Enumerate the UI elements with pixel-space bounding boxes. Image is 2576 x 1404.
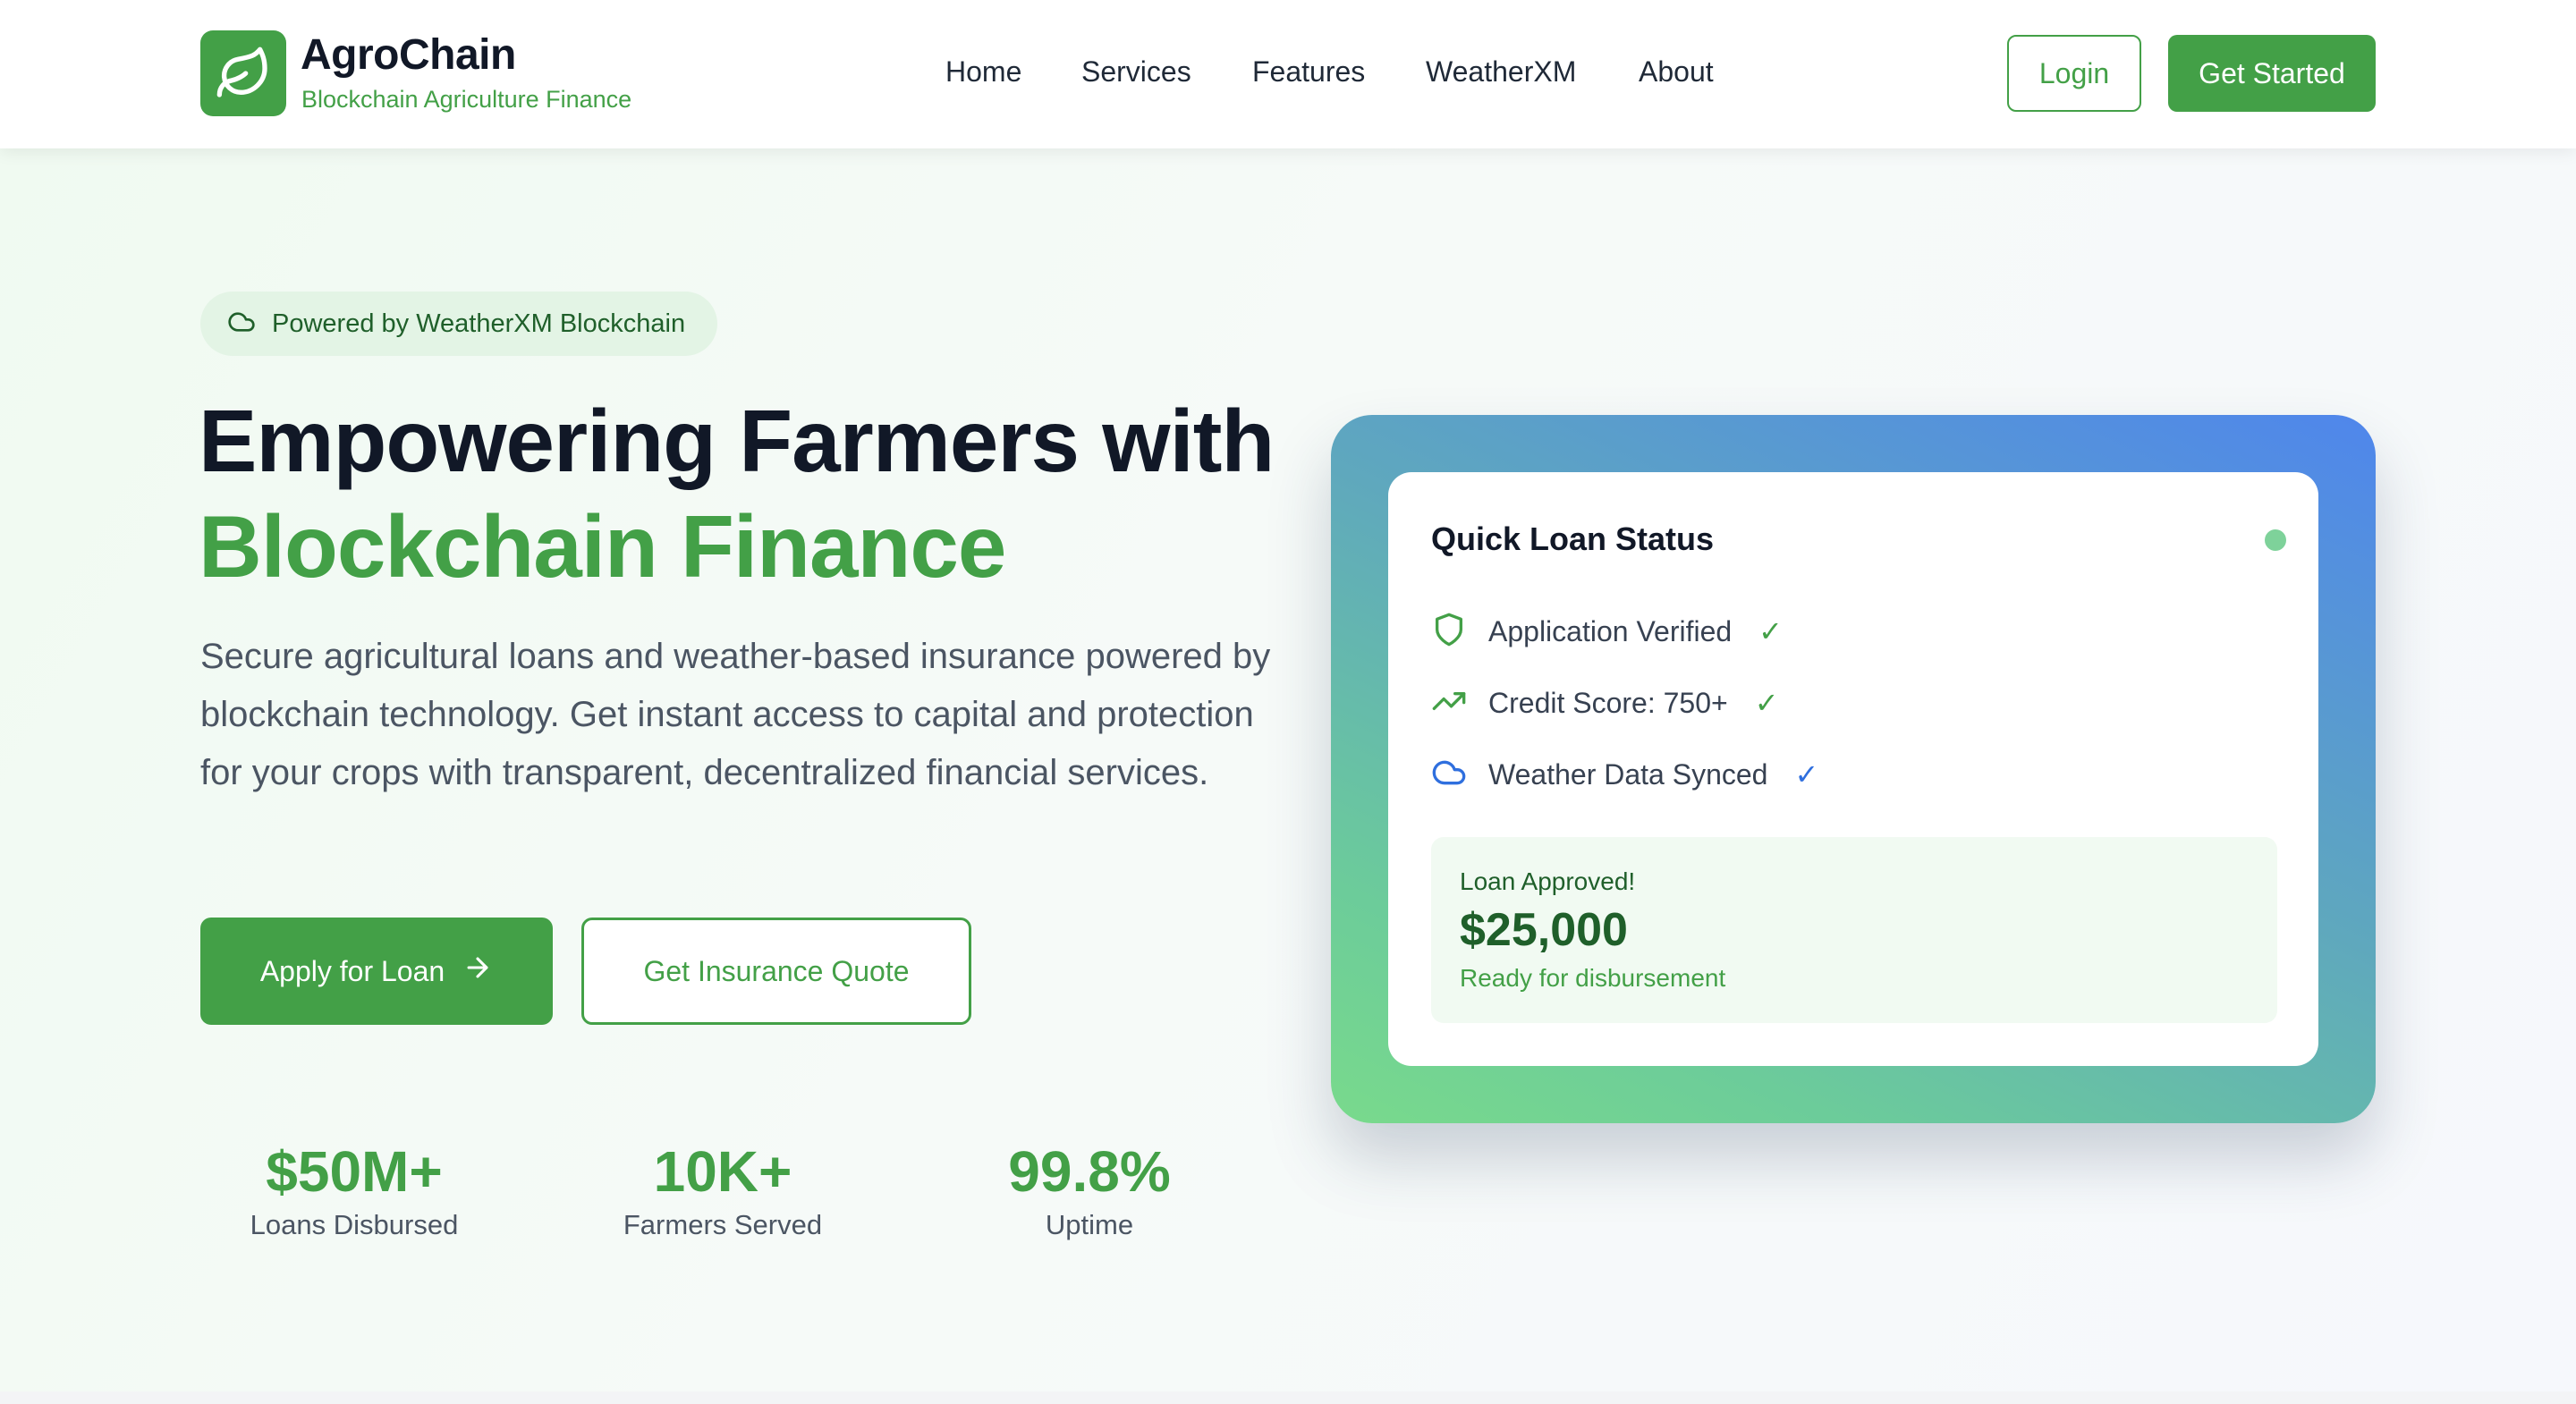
nav-weatherxm[interactable]: WeatherXM [1426, 55, 1576, 89]
hero-description: Secure agricultural loans and weather-ba… [200, 637, 1271, 792]
check-weather-data-synced: Weather Data Synced ✓ [1431, 752, 1818, 797]
approved-amount: $25,000 [1460, 904, 1628, 956]
status-indicator-dot [2265, 529, 2286, 551]
stat-label: Uptime [1045, 1209, 1134, 1240]
stat-uptime: 99.8% Uptime [946, 1136, 1233, 1241]
landing-page: AgroChain Blockchain Agriculture Finance… [0, 0, 2576, 1404]
cloud-icon [1431, 755, 1467, 795]
get-started-button[interactable]: Get Started [2168, 35, 2376, 112]
leaf-icon[interactable] [200, 30, 286, 116]
badge-text: Powered by WeatherXM Blockchain [272, 309, 686, 338]
approved-label: Loan Approved! [1460, 867, 1636, 895]
approved-subtext: Ready for disbursement [1460, 964, 1726, 992]
stat-farmers-served: 10K+ Farmers Served [580, 1136, 866, 1241]
shield-icon [1431, 612, 1467, 652]
nav-home[interactable]: Home [945, 55, 1021, 89]
login-button[interactable]: Login [2007, 35, 2141, 112]
brand-name[interactable]: AgroChain [301, 30, 516, 80]
apply-for-loan-label: Apply for Loan [259, 954, 445, 987]
stat-loans-disbursed: $50M+ Loans Disbursed [211, 1136, 497, 1241]
stat-value: 10K+ [653, 1139, 792, 1204]
nav-about[interactable]: About [1639, 55, 1714, 89]
brand-tagline: Blockchain Agriculture Finance [301, 86, 632, 113]
check-application-verified: Application Verified ✓ [1431, 609, 1783, 654]
apply-for-loan-button[interactable]: Apply for Loan [200, 918, 553, 1025]
checkmark-icon: ✓ [1794, 758, 1819, 791]
check-credit-score: Credit Score: 750+ ✓ [1431, 681, 1779, 725]
loan-status-card-frame: Quick Loan Status Application Verified ✓ [1331, 415, 2376, 1123]
check-label: Weather Data Synced [1488, 757, 1768, 791]
stat-label: Farmers Served [623, 1209, 823, 1240]
hero-headline-line1: Empowering Farmers with [199, 392, 1275, 490]
checkmark-icon: ✓ [1758, 615, 1783, 647]
card-title: Quick Loan Status [1431, 520, 1715, 557]
check-label: Credit Score: 750+ [1488, 686, 1728, 719]
checkmark-icon: ✓ [1754, 687, 1779, 719]
site-header: AgroChain Blockchain Agriculture Finance… [0, 0, 2576, 148]
loan-status-card: Quick Loan Status Application Verified ✓ [1388, 472, 2318, 1066]
nav-services[interactable]: Services [1081, 55, 1191, 89]
nav-features[interactable]: Features [1252, 55, 1365, 89]
stat-value: $50M+ [266, 1139, 443, 1204]
loan-approved-box: Loan Approved! $25,000 Ready for disburs… [1431, 837, 2277, 1023]
stat-value: 99.8% [1008, 1139, 1171, 1204]
trending-up-icon [1431, 683, 1467, 723]
powered-by-badge: Powered by WeatherXM Blockchain [200, 292, 717, 356]
check-label: Application Verified [1488, 614, 1733, 647]
get-insurance-quote-button[interactable]: Get Insurance Quote [581, 918, 971, 1025]
cloud-icon [227, 308, 256, 341]
section-divider [0, 1391, 2576, 1404]
arrow-right-icon [462, 952, 493, 990]
hero-headline-line2: Blockchain Finance [199, 497, 1006, 596]
stat-label: Loans Disbursed [250, 1209, 459, 1240]
